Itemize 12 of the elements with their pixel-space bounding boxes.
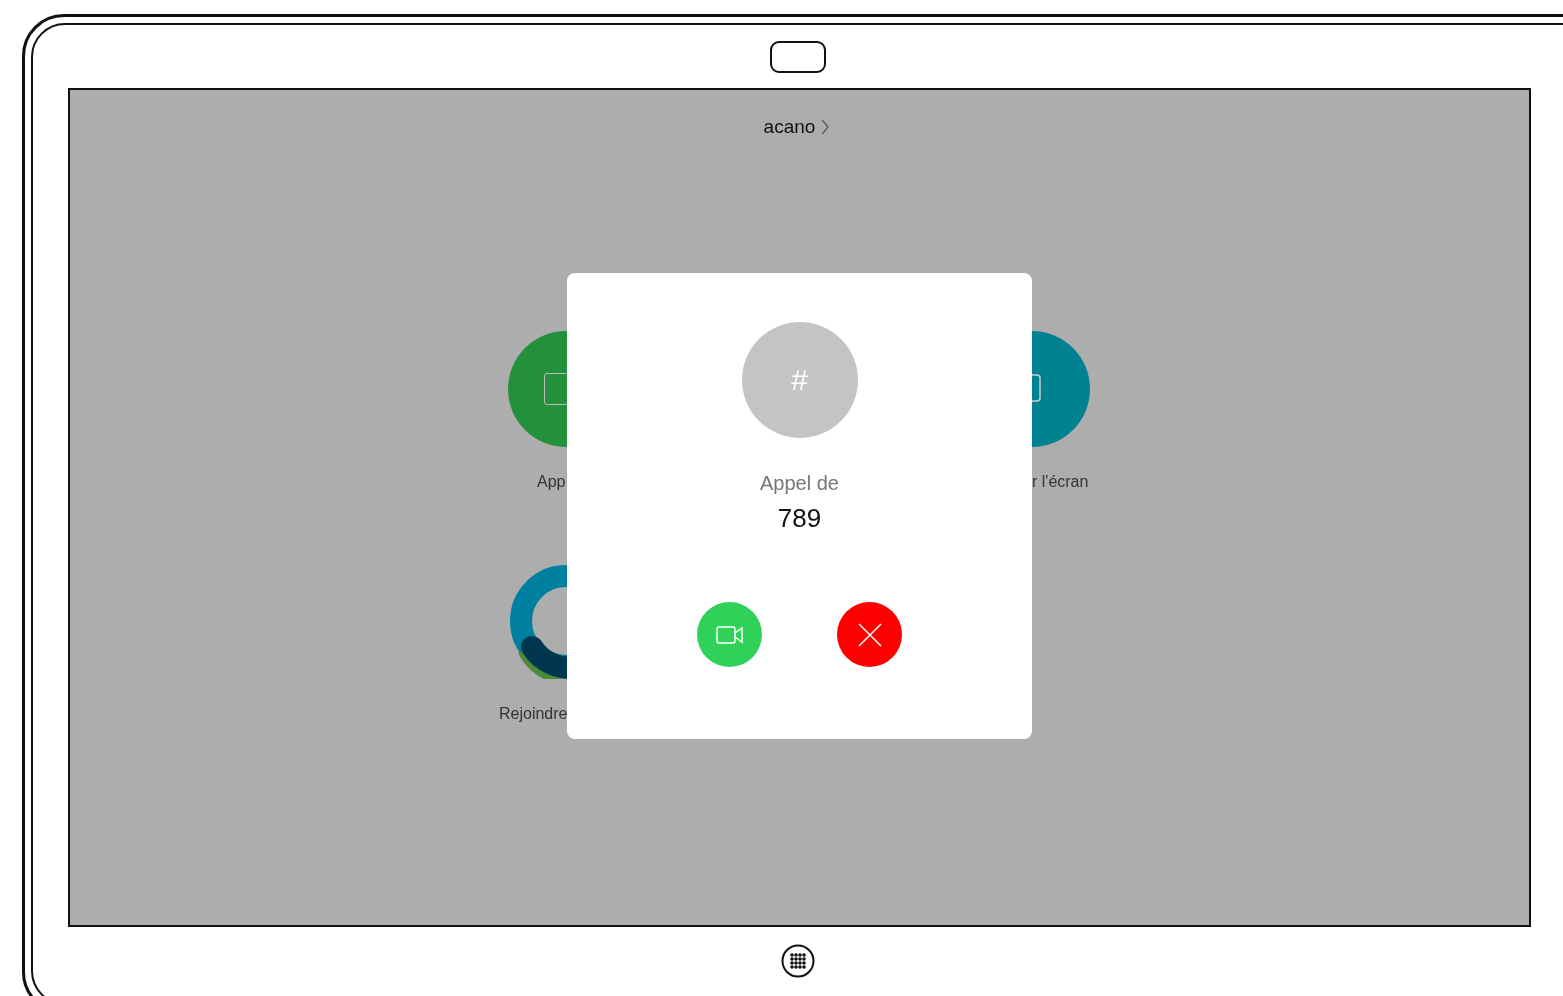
home-button-icon[interactable] bbox=[781, 944, 815, 978]
close-icon bbox=[857, 622, 882, 647]
device-title[interactable]: acano bbox=[763, 116, 816, 138]
avatar-circle: # bbox=[741, 322, 858, 438]
call-caption: Appel de bbox=[760, 472, 839, 495]
video-camera-icon bbox=[715, 624, 744, 645]
chevron-icon bbox=[821, 119, 830, 135]
tile-label: Rejoindre bbox=[499, 705, 569, 723]
caller-number: 789 bbox=[777, 503, 822, 534]
camera-icon bbox=[770, 40, 826, 73]
tile-label: r l'écran bbox=[1032, 473, 1090, 491]
tile-label: App bbox=[537, 473, 567, 491]
